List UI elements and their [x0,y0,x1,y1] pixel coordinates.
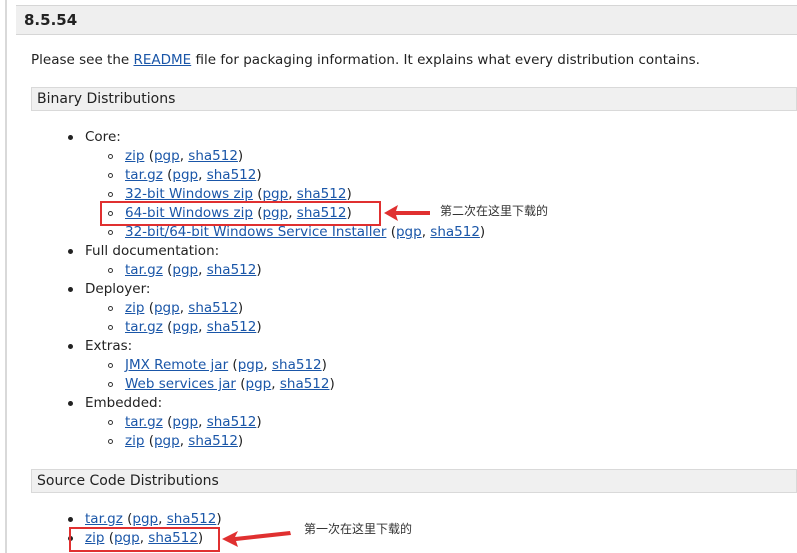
bullet [108,363,113,368]
pgp-link[interactable]: pgp [154,148,180,164]
pgp-link[interactable]: pgp [154,433,180,449]
sha512-link[interactable]: sha512 [207,262,257,278]
intro-text: Please see the README file for packaging… [31,52,700,68]
list-item: zip (pgp, sha512) [125,300,244,316]
download-link[interactable]: JMX Remote jar [125,357,228,373]
list-item: tar.gz (pgp, sha512) [125,414,262,430]
bullet [68,135,73,140]
download-link[interactable]: tar.gz [125,414,163,430]
sha512-link[interactable]: sha512 [167,511,217,527]
list-item: tar.gz (pgp, sha512) [125,262,262,278]
version-title: 8.5.54 [24,11,78,29]
list-item: tar.gz (pgp, sha512) [125,319,262,335]
bullet [108,154,113,159]
bullet [108,268,113,273]
bullet [108,439,113,444]
list-item: tar.gz (pgp, sha512) [125,167,262,183]
readme-link[interactable]: README [133,52,191,68]
pgp-link[interactable]: pgp [172,319,198,335]
sha512-link[interactable]: sha512 [207,414,257,430]
sha512-link[interactable]: sha512 [188,300,238,316]
pgp-link[interactable]: pgp [172,167,198,183]
bullet [108,382,113,387]
bullet [108,230,113,235]
arrow-icon [384,205,430,221]
bullet [108,420,113,425]
version-header: 8.5.54 [16,5,797,35]
bullet [108,325,113,330]
left-border [5,0,7,553]
list-item: zip (pgp, sha512) [125,148,244,164]
arrow-icon [222,531,291,547]
pgp-link[interactable]: pgp [238,357,264,373]
pgp-link[interactable]: pgp [246,376,272,392]
pgp-link[interactable]: pgp [154,300,180,316]
extras-label: Extras: [85,338,133,354]
bullet [108,173,113,178]
sha512-link[interactable]: sha512 [280,376,330,392]
fulldoc-label: Full documentation: [85,243,220,259]
pgp-link[interactable]: pgp [396,224,422,240]
pgp-link[interactable]: pgp [132,511,158,527]
bullet [108,192,113,197]
annotation-first: 第一次在这里下载的 [304,522,413,536]
intro-before: Please see the [31,52,134,68]
highlight-box-first [69,527,220,552]
deployer-label: Deployer: [85,281,151,297]
bullet [68,401,73,406]
list-item: Web services jar (pgp, sha512) [125,376,335,392]
embedded-label: Embedded: [85,395,163,411]
bullet [68,517,73,522]
sha512-link[interactable]: sha512 [297,186,347,202]
download-link[interactable]: 32-bit Windows zip [125,186,253,202]
download-link[interactable]: tar.gz [85,511,123,527]
binary-distributions-header: Binary Distributions [31,87,797,111]
download-link[interactable]: 32-bit/64-bit Windows Service Installer [125,224,386,240]
list-item: zip (pgp, sha512) [125,433,244,449]
download-link[interactable]: Web services jar [125,376,236,392]
source-title: Source Code Distributions [37,473,219,489]
sha512-link[interactable]: sha512 [188,433,238,449]
core-label: Core: [85,129,121,145]
sha512-link[interactable]: sha512 [188,148,238,164]
download-link[interactable]: tar.gz [125,319,163,335]
annotation-second: 第二次在这里下载的 [440,204,549,218]
download-link[interactable]: zip [125,300,144,316]
sha512-link[interactable]: sha512 [430,224,480,240]
pgp-link[interactable]: pgp [172,414,198,430]
bullet [68,344,73,349]
highlight-box-second [100,201,381,226]
bullet [68,287,73,292]
bullet [68,249,73,254]
pgp-link[interactable]: pgp [262,186,288,202]
download-link[interactable]: tar.gz [125,262,163,278]
intro-after: file for packaging information. It expla… [191,52,700,68]
sha512-link[interactable]: sha512 [207,319,257,335]
download-link[interactable]: tar.gz [125,167,163,183]
sha512-link[interactable]: sha512 [207,167,257,183]
sha512-link[interactable]: sha512 [272,357,322,373]
binary-title: Binary Distributions [37,91,176,107]
download-link[interactable]: zip [125,148,144,164]
source-distributions-header: Source Code Distributions [31,469,797,493]
bullet [108,306,113,311]
list-item: JMX Remote jar (pgp, sha512) [125,357,327,373]
download-link[interactable]: zip [125,433,144,449]
pgp-link[interactable]: pgp [172,262,198,278]
